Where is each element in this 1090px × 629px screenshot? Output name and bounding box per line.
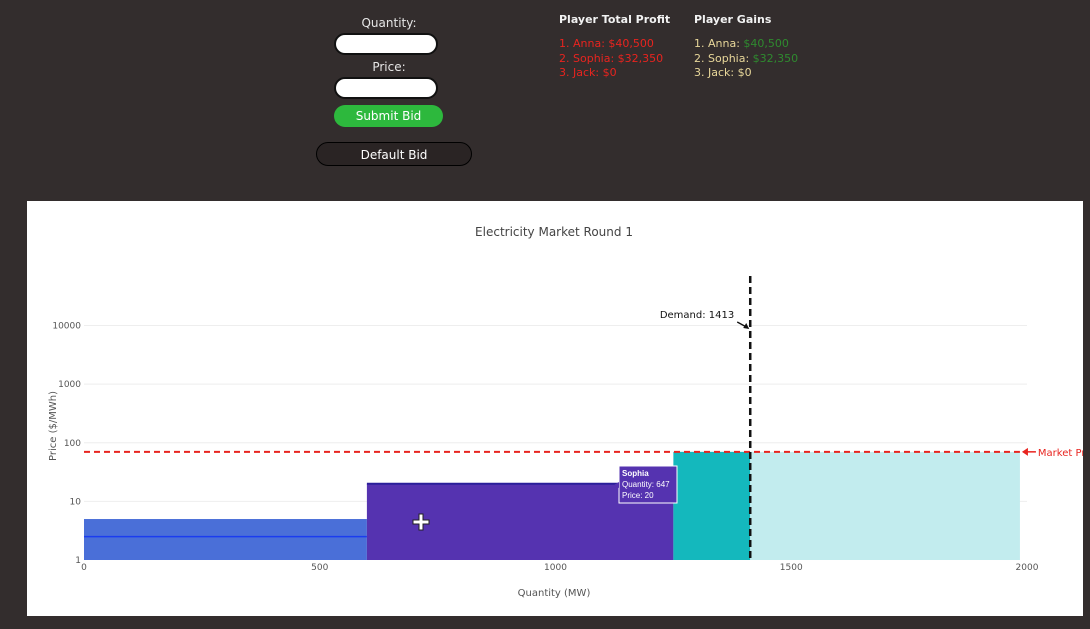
profit-title: Player Total Profit (559, 13, 671, 26)
demand-label: Demand: 1413 (660, 310, 734, 321)
quantity-label: Quantity: (361, 16, 417, 30)
submit-bid-button[interactable]: Submit Bid (334, 105, 443, 127)
x-tick-label: 1500 (780, 563, 803, 573)
market-chart-svg[interactable]: Electricity Market Round 1 1 10 100 1000 1000… (27, 201, 1083, 616)
supply-bar-3 (673, 451, 751, 560)
tooltip-quantity: Quantity: 647 (622, 480, 670, 489)
y-tick-label: 1000 (58, 380, 81, 390)
market-price-label: Market Price: 70 (1038, 448, 1083, 459)
x-axis-label: Quantity (MW) (518, 588, 591, 599)
price-label: Price: (372, 60, 406, 74)
x-tick-label: 2000 (1016, 563, 1039, 573)
price-input[interactable] (334, 77, 438, 99)
gains-list: 1. Anna: $40,500 2. Sophia: $32,350 3. J… (694, 37, 798, 81)
supply-bar-1 (84, 519, 367, 560)
y-axis-label: Price ($/MWh) (48, 391, 59, 461)
gains-row: 3. Jack: $0 (694, 66, 752, 79)
tooltip-name: Sophia (622, 469, 649, 478)
x-tick-label: 500 (311, 563, 328, 573)
tooltip-price: Price: 20 (622, 491, 654, 500)
default-bid-button[interactable]: Default Bid (316, 142, 472, 166)
y-tick-label: 1 (75, 556, 81, 566)
y-tick-label: 10000 (52, 322, 81, 332)
y-tick-label: 100 (64, 439, 81, 449)
supply-bar-4 (750, 451, 1020, 560)
chart-title: Electricity Market Round 1 (475, 225, 633, 239)
profit-list: 1. Anna: $40,500 2. Sophia: $32,350 3. J… (559, 37, 663, 81)
profit-row: 1. Anna: $40,500 (559, 37, 654, 50)
market-chart[interactable]: Electricity Market Round 1 1 10 100 1000 1000… (27, 201, 1083, 616)
gains-title: Player Gains (694, 13, 772, 26)
gains-row: 2. Sophia: $32,350 (694, 51, 799, 65)
x-tick-label: 0 (81, 563, 87, 573)
x-tick-label: 1000 (544, 563, 567, 573)
profit-row: 3. Jack: $0 (559, 66, 617, 79)
gains-row: 1. Anna: $40,500 (694, 37, 789, 50)
quantity-input[interactable] (334, 33, 438, 55)
y-tick-label: 10 (70, 497, 82, 507)
profit-row: 2. Sophia: $32,350 (559, 51, 664, 65)
